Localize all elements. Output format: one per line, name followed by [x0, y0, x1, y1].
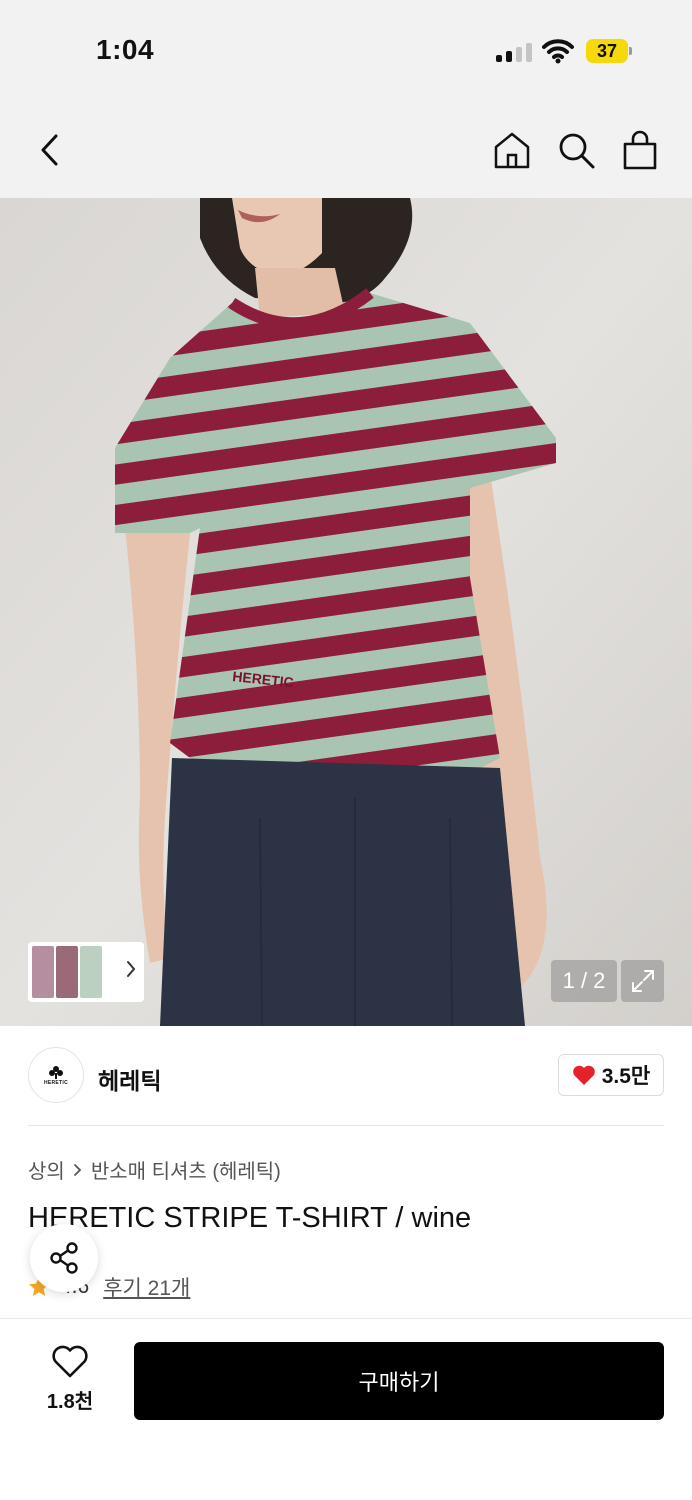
thumbnail-next-chevron-icon[interactable] — [126, 960, 136, 983]
share-button[interactable] — [30, 1224, 98, 1292]
brand-logo-text: HERETIC — [43, 1079, 69, 1086]
reviews-link[interactable]: 후기 21개 — [103, 1272, 190, 1302]
share-icon — [50, 1242, 78, 1274]
top-nav-bar — [0, 100, 692, 198]
breadcrumb: 상의 반소매 티셔츠 (헤레틱) — [28, 1155, 281, 1184]
search-icon[interactable] — [554, 128, 598, 172]
thumbnail-image[interactable] — [32, 946, 54, 998]
brand-like-button[interactable]: 3.5만 — [558, 1054, 664, 1096]
wishlist-count: 1.8천 — [46, 1391, 94, 1413]
product-photo: HERETIC — [0, 198, 692, 1026]
brand-name[interactable]: 헤레틱 — [98, 1062, 161, 1096]
wifi-icon — [542, 38, 574, 64]
heart-icon — [572, 1065, 595, 1085]
battery-icon: 37 — [586, 39, 632, 63]
brand-like-count: 3.5만 — [601, 1065, 651, 1088]
heart-outline-icon — [52, 1345, 88, 1378]
shopping-bag-icon[interactable] — [618, 128, 662, 172]
battery-level: 37 — [586, 39, 628, 63]
brand-logo-icon — [49, 1065, 63, 1079]
breadcrumb-chevron-icon — [73, 1163, 82, 1176]
breadcrumb-item[interactable]: 반소매 티셔츠 (헤레틱) — [91, 1155, 281, 1184]
wishlist-button[interactable]: 1.8천 — [30, 1345, 110, 1415]
buy-button[interactable]: 구매하기 — [134, 1342, 664, 1420]
divider — [28, 1125, 664, 1126]
back-chevron-icon[interactable] — [28, 128, 72, 172]
thumbnail-image[interactable] — [56, 946, 78, 998]
expand-icon[interactable] — [621, 960, 664, 1002]
image-page-counter: 1 / 2 — [551, 960, 617, 1002]
brand-logo[interactable]: HERETIC — [28, 1047, 84, 1103]
cellular-signal-icon — [496, 42, 532, 62]
product-title: HERETIC STRIPE T-SHIRT / wine — [28, 1202, 472, 1234]
breadcrumb-item[interactable]: 상의 — [28, 1155, 65, 1184]
home-icon[interactable] — [490, 128, 534, 172]
bottom-action-bar: 1.8천 구매하기 — [0, 1318, 692, 1500]
brand-row[interactable]: HERETIC 헤레틱 3.5만 — [0, 1026, 692, 1126]
product-image-gallery[interactable]: HERETIC 1 / 2 — [0, 198, 692, 1026]
thumbnail-strip[interactable] — [28, 942, 144, 1002]
thumbnail-image[interactable] — [80, 946, 102, 998]
status-bar: 1:04 37 — [0, 0, 692, 100]
status-time: 1:04 — [96, 34, 155, 65]
